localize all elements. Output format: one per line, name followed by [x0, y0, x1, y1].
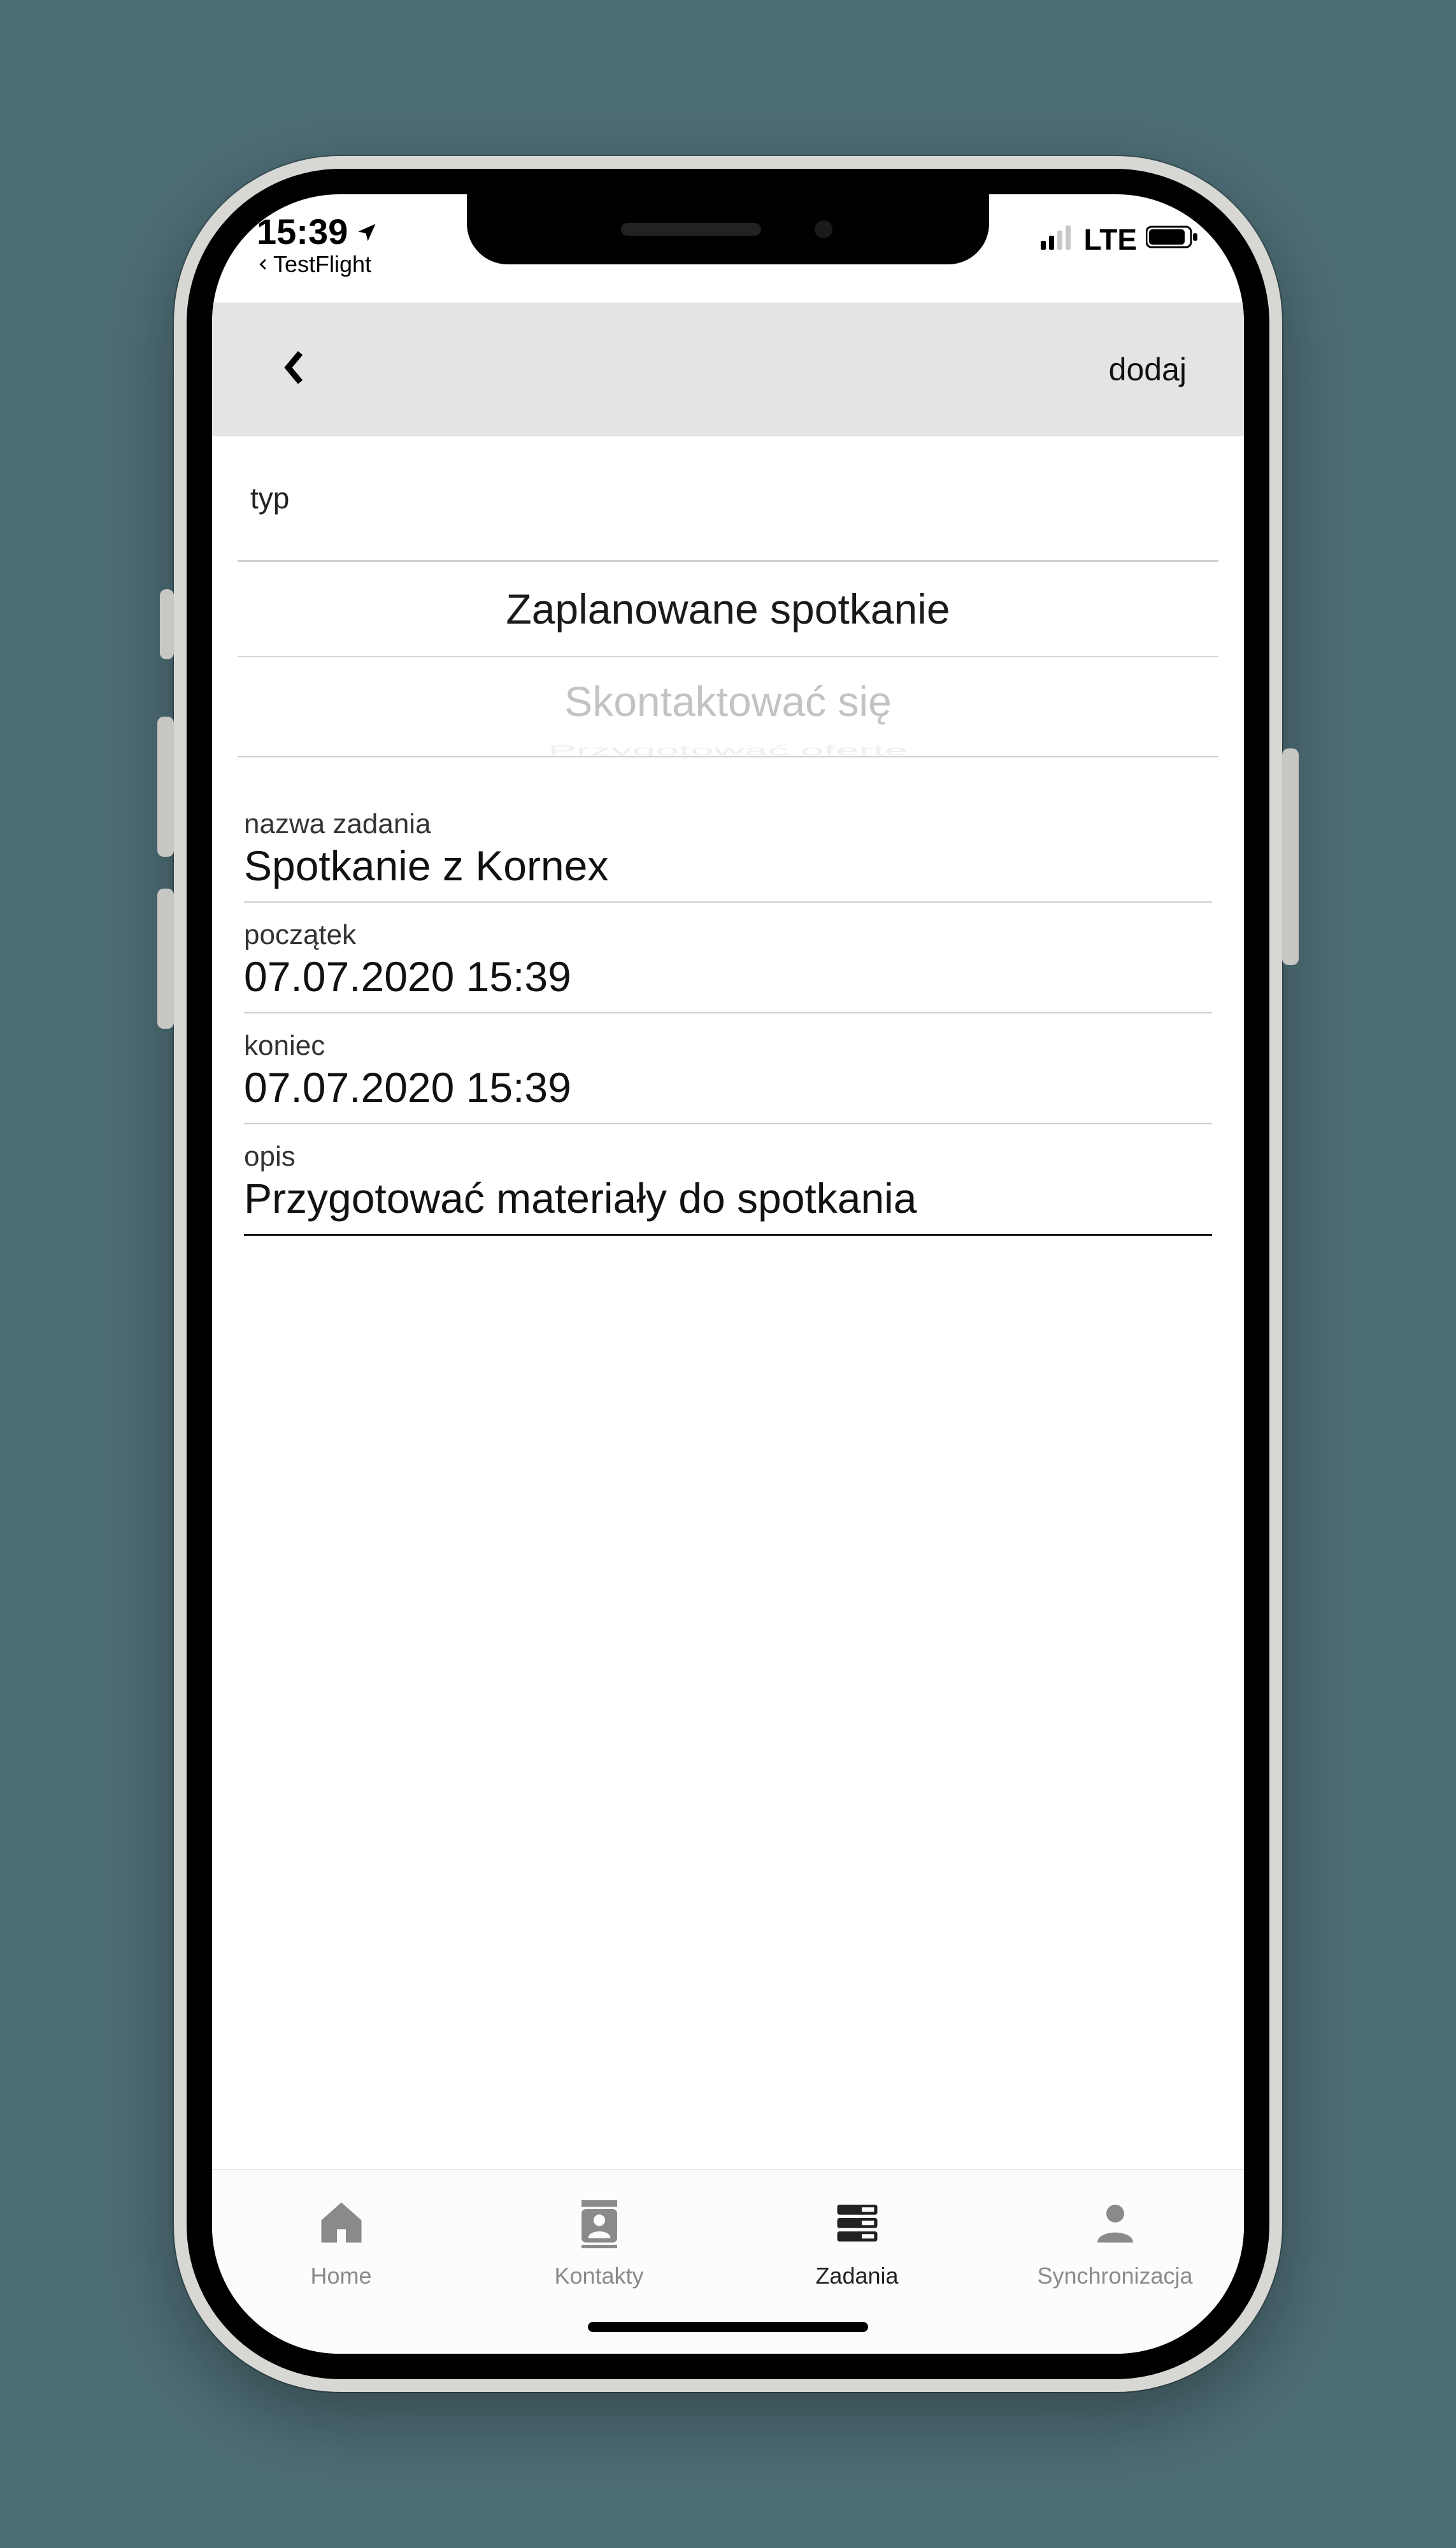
task-name-field[interactable]: nazwa zadania Spotkanie z Kornex: [244, 792, 1212, 903]
volume-down[interactable]: [157, 889, 174, 1029]
add-button[interactable]: dodaj: [1109, 351, 1187, 388]
tab-contacts[interactable]: Kontakty: [470, 2170, 728, 2315]
task-name-label: nazwa zadania: [244, 808, 1212, 840]
picker-option[interactable]: Przygotować ofertę: [238, 746, 1218, 755]
tab-label: Home: [310, 2263, 371, 2289]
power-button[interactable]: [1282, 748, 1299, 965]
person-icon: [1088, 2196, 1142, 2255]
home-indicator[interactable]: [588, 2322, 868, 2332]
picker-option[interactable]: Skontaktować się: [238, 657, 1218, 746]
speaker-grill: [621, 223, 761, 236]
tab-tasks[interactable]: Zadania: [728, 2170, 986, 2315]
notch: [467, 194, 989, 264]
device-frame: 15:39 TestFlight: [174, 156, 1282, 2392]
description-label: opis: [244, 1141, 1212, 1173]
end-label: koniec: [244, 1030, 1212, 1062]
tasks-icon: [831, 2196, 884, 2255]
form: nazwa zadania Spotkanie z Kornex począte…: [212, 757, 1244, 1236]
type-label: typ: [212, 436, 1244, 522]
tab-sync[interactable]: Synchronizacja: [986, 2170, 1244, 2315]
home-icon: [315, 2196, 368, 2255]
content: typ Zaplanowane spotkanie Skontaktować s…: [212, 436, 1244, 2169]
location-icon: [355, 213, 378, 251]
task-name-value: Spotkanie z Kornex: [244, 841, 1212, 890]
tab-label: Kontakty: [554, 2263, 643, 2289]
status-time: 15:39: [257, 213, 348, 251]
tab-label: Synchronizacja: [1037, 2263, 1192, 2289]
end-value: 07.07.2020 15:39: [244, 1063, 1212, 1112]
battery-icon: [1146, 222, 1199, 257]
back-to-app[interactable]: TestFlight: [257, 252, 378, 276]
network-label: LTE: [1084, 222, 1137, 257]
description-field[interactable]: opis Przygotować materiały do spotkania: [244, 1124, 1212, 1236]
start-label: początek: [244, 919, 1212, 951]
type-picker[interactable]: Zaplanowane spotkanie Skontaktować się P…: [238, 560, 1218, 757]
end-field[interactable]: koniec 07.07.2020 15:39: [244, 1013, 1212, 1124]
mute-switch[interactable]: [160, 589, 174, 659]
signal-icon: [1041, 222, 1075, 257]
contacts-icon: [573, 2196, 626, 2255]
description-value: Przygotować materiały do spotkania: [244, 1174, 1212, 1222]
volume-up[interactable]: [157, 717, 174, 857]
start-value: 07.07.2020 15:39: [244, 952, 1212, 1001]
picker-selected[interactable]: Zaplanowane spotkanie: [238, 561, 1218, 657]
back-button[interactable]: [282, 348, 306, 390]
front-camera: [812, 218, 835, 241]
start-field[interactable]: początek 07.07.2020 15:39: [244, 903, 1212, 1013]
screen: 15:39 TestFlight: [212, 194, 1244, 2354]
tab-home[interactable]: Home: [212, 2170, 470, 2315]
tab-label: Zadania: [815, 2263, 898, 2289]
back-app-label: TestFlight: [273, 252, 371, 276]
nav-header: dodaj: [212, 303, 1244, 436]
